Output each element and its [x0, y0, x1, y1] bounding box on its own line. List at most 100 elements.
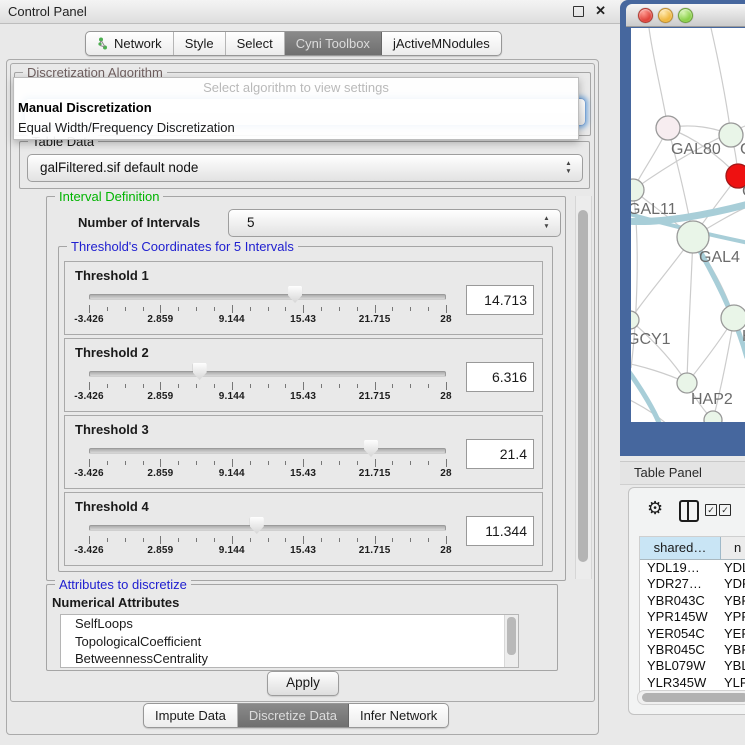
cell-name[interactable]: YLR3: [720, 675, 745, 691]
tick-mark: [214, 307, 215, 311]
network-window-titlebar[interactable]: [626, 4, 745, 27]
cell-shared-name[interactable]: YBL079W: [640, 658, 720, 674]
cell-name[interactable]: YBR0: [720, 642, 745, 658]
attributes-list-scrollbar[interactable]: [504, 615, 518, 667]
threshold-value-field[interactable]: 6.316: [466, 362, 534, 392]
tab-select[interactable]: Select: [226, 32, 285, 55]
tick-mark: [446, 305, 447, 313]
table-row[interactable]: YDL19…YDL1: [640, 560, 745, 576]
zoom-traffic-light[interactable]: [678, 8, 693, 23]
settings-scrollbar[interactable]: [575, 196, 592, 579]
popup-option-manual-discretization[interactable]: Manual Discretization: [14, 98, 578, 118]
tab-infer-network[interactable]: Infer Network: [349, 704, 448, 727]
gear-icon[interactable]: ⚙: [647, 498, 663, 519]
column-header-name[interactable]: n: [721, 537, 745, 559]
table-row[interactable]: YBL079WYBL0: [640, 658, 745, 674]
cell-shared-name[interactable]: YLR345W: [640, 675, 720, 691]
number-of-intervals-combobox[interactable]: 5 ▲▼: [228, 209, 561, 237]
table-row[interactable]: YLR345WYLR3: [640, 675, 745, 691]
cell-shared-name[interactable]: YDR27…: [640, 576, 720, 592]
close-icon[interactable]: ✕: [595, 3, 606, 19]
tab-jactivemnodules[interactable]: jActiveMNodules: [382, 32, 501, 55]
cell-shared-name[interactable]: YBR043C: [640, 593, 720, 609]
tick-mark: [178, 384, 179, 388]
popup-option-equal-width-frequency[interactable]: Equal Width/Frequency Discretization: [14, 118, 578, 138]
table-row[interactable]: YER054CYER0: [640, 626, 745, 642]
table-row[interactable]: YPR145WYPR1: [640, 609, 745, 625]
node-attribute-table[interactable]: shared… n YDL19…YDL1YDR27…YDR2YBR043CYBR…: [639, 536, 745, 694]
tick-label: 21.715: [359, 391, 391, 402]
threshold-value-field[interactable]: 11.344: [466, 516, 534, 546]
tick-label: 21.715: [359, 314, 391, 325]
node-label: GAL4: [699, 249, 740, 266]
cell-name[interactable]: YDL1: [720, 560, 745, 576]
tick-mark: [410, 384, 411, 388]
slider-thumb[interactable]: [364, 440, 378, 457]
stepper-arrows-icon[interactable]: ▲▼: [542, 215, 551, 231]
network-nodes[interactable]: [631, 116, 745, 422]
slider-thumb[interactable]: [193, 363, 207, 380]
scrollbar-thumb[interactable]: [507, 617, 516, 655]
threshold-value-field[interactable]: 14.713: [466, 285, 534, 315]
threshold-slider[interactable]: -3.4262.8599.14415.4321.71528: [89, 339, 446, 411]
slider-track[interactable]: [89, 294, 446, 300]
tick-mark: [375, 536, 376, 544]
tab-cyni-toolbox[interactable]: Cyni Toolbox: [285, 32, 382, 55]
top-tab-bar: Network Style Select Cyni Toolbox jActiv…: [85, 31, 502, 56]
network-canvas[interactable]: GAL80 G C GAL11 GAL4 GCY1 H HAP2: [631, 28, 745, 422]
threshold-slider[interactable]: -3.4262.8599.14415.4321.71528: [89, 493, 446, 565]
numerical-attributes-list[interactable]: SelfLoopsTopologicalCoefficientBetweenne…: [60, 614, 519, 668]
slider-track[interactable]: [89, 525, 446, 531]
table-row[interactable]: YDR27…YDR2: [640, 576, 745, 592]
tick-mark: [446, 536, 447, 544]
slider-thumb[interactable]: [250, 517, 264, 534]
threshold-block: Threshold 3 21.4 -3.4262.8599.14415.4321…: [64, 415, 543, 489]
cell-name[interactable]: YPR1: [720, 609, 745, 625]
checkbox-icon[interactable]: ✓: [705, 504, 717, 516]
slider-ticks: [89, 536, 446, 544]
tick-label: 2.859: [147, 468, 173, 479]
tick-mark: [428, 538, 429, 542]
tab-style[interactable]: Style: [174, 32, 226, 55]
tab-discretize-data[interactable]: Discretize Data: [238, 704, 349, 727]
scrollbar-thumb[interactable]: [642, 693, 745, 702]
columns-icon[interactable]: [679, 500, 699, 522]
tab-network[interactable]: Network: [86, 32, 174, 55]
threshold-slider[interactable]: -3.4262.8599.14415.4321.71528: [89, 416, 446, 488]
node-gal80[interactable]: [656, 116, 680, 140]
node-hap2[interactable]: [677, 373, 697, 393]
cell-shared-name[interactable]: YDL19…: [640, 560, 720, 576]
attribute-list-item[interactable]: SelfLoops: [61, 615, 518, 633]
cell-name[interactable]: YER0: [720, 626, 745, 642]
table-row[interactable]: YBR043CYBR0: [640, 593, 745, 609]
stepper-arrows-icon[interactable]: ▲▼: [564, 160, 573, 176]
slider-track[interactable]: [89, 371, 446, 377]
cell-name[interactable]: YBR0: [720, 593, 745, 609]
float-panel-icon[interactable]: [573, 6, 584, 17]
tab-impute-data[interactable]: Impute Data: [144, 704, 238, 727]
cell-shared-name[interactable]: YPR145W: [640, 609, 720, 625]
table-horizontal-scrollbar[interactable]: [637, 690, 745, 705]
table-row[interactable]: YBR045CYBR0: [640, 642, 745, 658]
cell-shared-name[interactable]: YER054C: [640, 626, 720, 642]
column-header-shared-name[interactable]: shared…: [640, 537, 721, 559]
attribute-list-item[interactable]: BetweennessCentrality: [61, 650, 518, 668]
attribute-list-item[interactable]: TopologicalCoefficient: [61, 633, 518, 651]
cell-name[interactable]: YDR2: [720, 576, 745, 592]
tick-mark: [160, 459, 161, 467]
slider-track[interactable]: [89, 448, 446, 454]
minimize-traffic-light[interactable]: [658, 8, 673, 23]
tab-label: Impute Data: [155, 708, 226, 723]
checkbox-icon[interactable]: ✓: [719, 504, 731, 516]
threshold-slider[interactable]: -3.4262.8599.14415.4321.71528: [89, 262, 446, 334]
close-traffic-light[interactable]: [638, 8, 653, 23]
threshold-value-field[interactable]: 21.4: [466, 439, 534, 469]
table-data-combobox[interactable]: galFiltered.sif default node ▲▼: [27, 154, 583, 182]
cell-name[interactable]: YBL0: [720, 658, 745, 674]
slider-thumb[interactable]: [288, 286, 302, 303]
cell-shared-name[interactable]: YBR045C: [640, 642, 720, 658]
apply-button[interactable]: Apply: [267, 671, 339, 696]
tick-label: 9.144: [219, 468, 245, 479]
scrollbar-thumb[interactable]: [578, 210, 588, 562]
tick-mark: [232, 382, 233, 390]
